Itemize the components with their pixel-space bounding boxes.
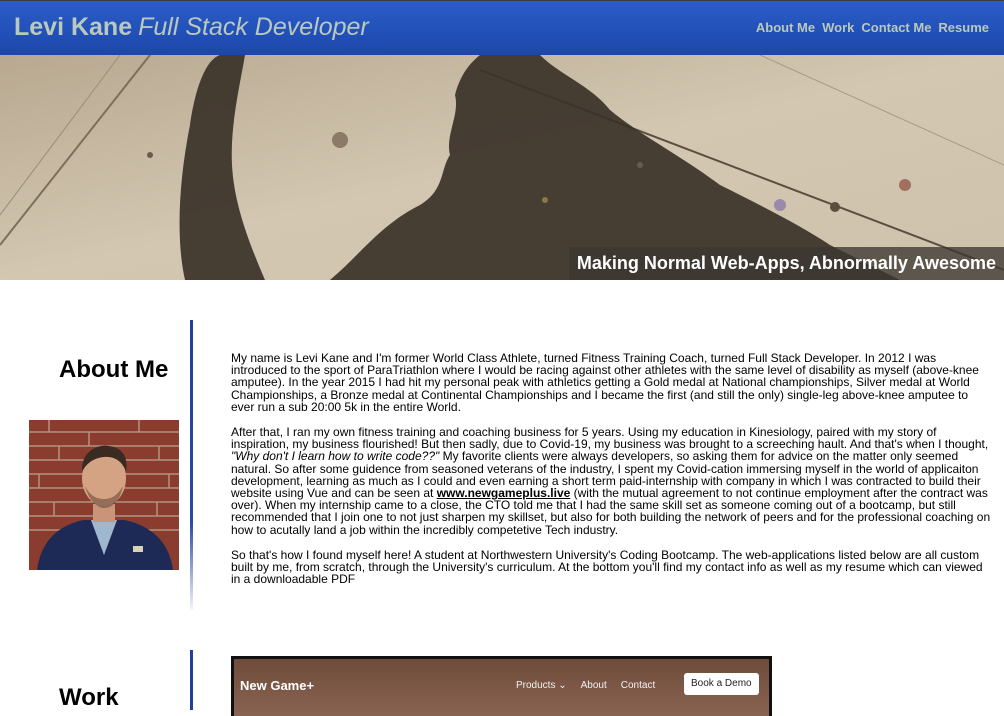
project-nav-products: Products ⌄ <box>516 680 567 691</box>
about-title: About Me <box>59 356 169 383</box>
project-card-newgameplus[interactable]: New Game+ Products ⌄ About Contact Book … <box>231 656 772 716</box>
work-title: Work <box>59 684 119 711</box>
project-nav-about: About <box>580 680 607 691</box>
brand[interactable]: Levi Kane Full Stack Developer <box>14 11 369 43</box>
avatar-image <box>29 420 179 570</box>
site-header: Levi Kane Full Stack Developer About Me W… <box>0 0 1004 55</box>
main-nav: About Me Work Contact Me Resume <box>756 20 989 35</box>
brand-role: Full Stack Developer <box>138 13 369 41</box>
project-screenshot: New Game+ Products ⌄ About Contact Book … <box>234 659 769 716</box>
brand-name: Levi Kane <box>14 13 133 41</box>
hero-banner: Making Normal Web-Apps, Abnormally Aweso… <box>0 55 1004 280</box>
project-brand: New Game+ <box>240 678 315 693</box>
hero-tagline: Making Normal Web-Apps, Abnormally Aweso… <box>568 247 1004 280</box>
nav-work[interactable]: Work <box>822 20 854 35</box>
profile-photo <box>29 420 179 570</box>
about-paragraph-2: After that, I ran my own fitness trainin… <box>231 426 991 536</box>
about-text: My name is Levi Kane and I'm former Worl… <box>231 352 991 598</box>
project-book-demo-button: Book a Demo <box>684 673 759 695</box>
project-nav: Products ⌄ About Contact <box>516 680 655 691</box>
about-paragraph-3: So that's how I found myself here! A stu… <box>231 547 983 587</box>
about-p2-intro: After that, I ran my own fitness trainin… <box>231 425 989 452</box>
nav-resume[interactable]: Resume <box>938 20 989 35</box>
project-nav-contact: Contact <box>620 680 656 691</box>
nav-about-me[interactable]: About Me <box>756 20 815 35</box>
work-divider <box>190 650 193 710</box>
nav-contact-me[interactable]: Contact Me <box>861 20 931 35</box>
about-paragraph-1: My name is Levi Kane and I'm former Worl… <box>231 351 979 414</box>
about-divider <box>190 320 193 610</box>
